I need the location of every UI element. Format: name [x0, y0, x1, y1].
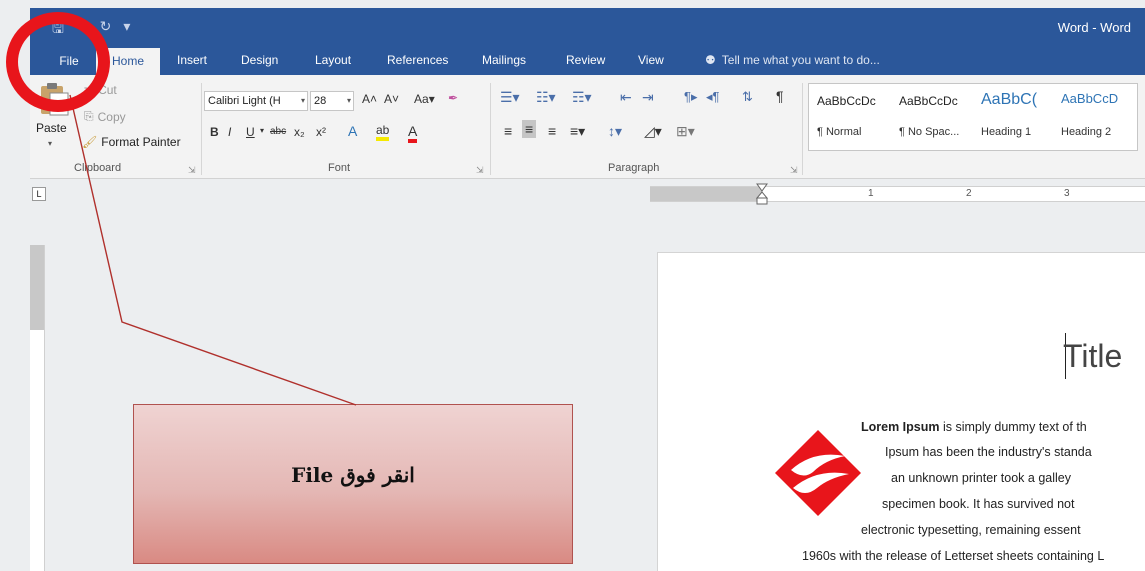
align-left-icon[interactable]: ≡ [504, 123, 512, 139]
decrease-indent-icon[interactable]: ⇤ [620, 89, 632, 106]
paste-button[interactable]: Paste [36, 121, 67, 135]
paragraph-line: Lorem Ipsum is simply dummy text of th [861, 420, 1087, 434]
red-logo-image [775, 430, 861, 516]
paragraph-line: Ipsum has been the industry's standa [885, 445, 1092, 459]
style-normal[interactable]: AaBbCcDc ¶ Normal [811, 84, 891, 150]
rtl-icon[interactable]: ◂¶ [706, 89, 720, 105]
cut-button[interactable]: ✂ Cut [84, 83, 117, 97]
shrink-font-icon[interactable]: A˅ [384, 92, 399, 106]
font-group-label: Font [328, 162, 351, 174]
font-color-icon[interactable]: A [408, 123, 418, 143]
scissors-icon: ✂ [84, 83, 95, 97]
copy-button[interactable]: ⎘ Copy [84, 109, 126, 124]
superscript-icon[interactable]: x² [316, 125, 326, 139]
tab-mailings[interactable]: Mailings [482, 53, 526, 67]
paragraph-launcher-icon[interactable]: ⇲ [790, 165, 798, 176]
horizontal-ruler[interactable]: 1 2 3 [650, 183, 1145, 205]
paragraph-line: 1960s with the release of Letterset shee… [802, 549, 1105, 563]
justify-icon[interactable]: ≡▾ [570, 123, 585, 140]
bullets-icon[interactable]: ☰▾ [500, 89, 520, 106]
tab-view[interactable]: View [638, 53, 664, 67]
increase-indent-icon[interactable]: ⇥ [642, 89, 654, 106]
font-name-combo[interactable]: Calibri Light (H ▾ [204, 91, 308, 111]
paragraph-group-label: Paragraph [608, 162, 660, 174]
multilevel-list-icon[interactable]: ☶▾ [572, 89, 592, 106]
paragraph-line: specimen book. It has survived not [882, 497, 1075, 511]
window-title: Word - Word [1057, 20, 1131, 35]
tab-insert[interactable]: Insert [177, 53, 207, 67]
font-size-combo[interactable]: 28 ▾ [310, 91, 354, 111]
chevron-down-icon: ▾ [346, 96, 351, 105]
save-icon[interactable]: 🖫 [52, 18, 64, 42]
copy-icon: ⎘ [84, 109, 94, 123]
underline-icon[interactable]: U [246, 125, 255, 139]
vertical-ruler[interactable] [30, 245, 45, 571]
borders-icon[interactable]: ⊞▾ [676, 123, 695, 140]
tab-home[interactable]: Home [96, 48, 160, 75]
instruction-callout: انقر فوق File [133, 404, 573, 564]
redo-icon[interactable]: ↻ [100, 18, 112, 42]
ruler-mark: 1 [868, 188, 874, 199]
subscript-icon[interactable]: x₂ [294, 125, 305, 139]
grow-font-icon[interactable]: A˄ [362, 92, 377, 106]
sort-icon[interactable]: ⇅ [742, 89, 753, 105]
paragraph-line: electronic typesetting, remaining essent [861, 523, 1081, 537]
tell-me-input[interactable]: Tell me what you want to do... [722, 53, 880, 67]
align-center-icon[interactable]: ≡ [522, 120, 537, 138]
ruler-margin [650, 187, 762, 201]
ruler-margin [30, 245, 44, 330]
clear-formatting-icon[interactable]: ✒ [448, 91, 458, 105]
tab-selector[interactable]: L [32, 187, 46, 201]
tab-review[interactable]: Review [566, 53, 605, 67]
tell-me-box[interactable]: ⚉ Tell me what you want to do... [705, 53, 880, 67]
bold-icon[interactable]: B [210, 125, 219, 139]
text-effects-icon[interactable]: A [348, 123, 357, 139]
paste-dropdown-icon[interactable]: ▾ [48, 139, 52, 148]
group-divider [201, 83, 202, 175]
line-spacing-icon[interactable]: ↕▾ [608, 123, 622, 140]
lightbulb-icon: ⚉ [705, 53, 716, 67]
change-case-button[interactable]: Aa▾ [414, 92, 435, 106]
group-divider [490, 83, 491, 175]
document-page[interactable]: Title Lorem Ipsum is simply dummy text o… [657, 252, 1145, 571]
chevron-down-icon: ▾ [300, 96, 305, 105]
tab-file[interactable]: File [44, 48, 94, 75]
customize-qat-icon[interactable]: ▾ [123, 18, 130, 42]
title-bar: 🖫 ↶ ↻ ▾ Word - Word [30, 8, 1145, 48]
undo-icon[interactable]: ↶ [76, 18, 88, 42]
clipboard-launcher-icon[interactable]: ⇲ [188, 165, 196, 176]
highlight-color-icon[interactable]: ab [376, 123, 390, 141]
tab-layout[interactable]: Layout [315, 53, 351, 67]
show-marks-icon[interactable]: ¶ [776, 88, 784, 104]
indent-marker-icon[interactable] [756, 183, 768, 205]
style-heading-2[interactable]: AaBbCcD Heading 2 [1055, 84, 1135, 150]
ribbon-tabs: File Home Insert Design Layout Reference… [30, 48, 1145, 75]
ruler-mark: 3 [1064, 188, 1070, 199]
document-title[interactable]: Title [1063, 338, 1122, 375]
tab-design[interactable]: Design [241, 53, 278, 67]
underline-dropdown-icon[interactable]: ▾ [260, 126, 264, 135]
format-painter-button[interactable]: 🖌 Format Painter [82, 135, 181, 149]
styles-gallery: AaBbCcDc ¶ Normal AaBbCcDc ¶ No Spac... Aa… [808, 83, 1138, 151]
numbering-icon[interactable]: ☷▾ [536, 89, 556, 106]
paste-icon[interactable] [38, 81, 70, 117]
clipboard-group-label: Clipboard [74, 162, 122, 174]
paragraph-line: an unknown printer took a galley [891, 471, 1071, 485]
font-launcher-icon[interactable]: ⇲ [476, 165, 484, 176]
ltr-icon[interactable]: ¶▸ [684, 89, 698, 105]
ruler-mark: 2 [966, 188, 972, 199]
ribbon-home: Paste ▾ ✂ Cut ⎘ Copy 🖌 Format Painter Clipb… [30, 75, 1145, 179]
shading-icon[interactable]: ◿▾ [644, 123, 662, 140]
group-divider [802, 83, 803, 175]
align-right-icon[interactable]: ≡ [548, 123, 556, 139]
style-no-spacing[interactable]: AaBbCcDc ¶ No Spac... [893, 84, 973, 150]
italic-icon[interactable]: I [228, 125, 231, 139]
callout-text: انقر فوق File [291, 463, 415, 487]
paintbrush-icon: 🖌 [82, 135, 98, 149]
tab-references[interactable]: References [387, 53, 448, 67]
strikethrough-icon[interactable]: abc [270, 126, 286, 137]
quick-access-toolbar: 🖫 ↶ ↻ ▾ [52, 18, 130, 42]
style-heading-1[interactable]: AaBbC(Heading 1 [975, 84, 1055, 150]
